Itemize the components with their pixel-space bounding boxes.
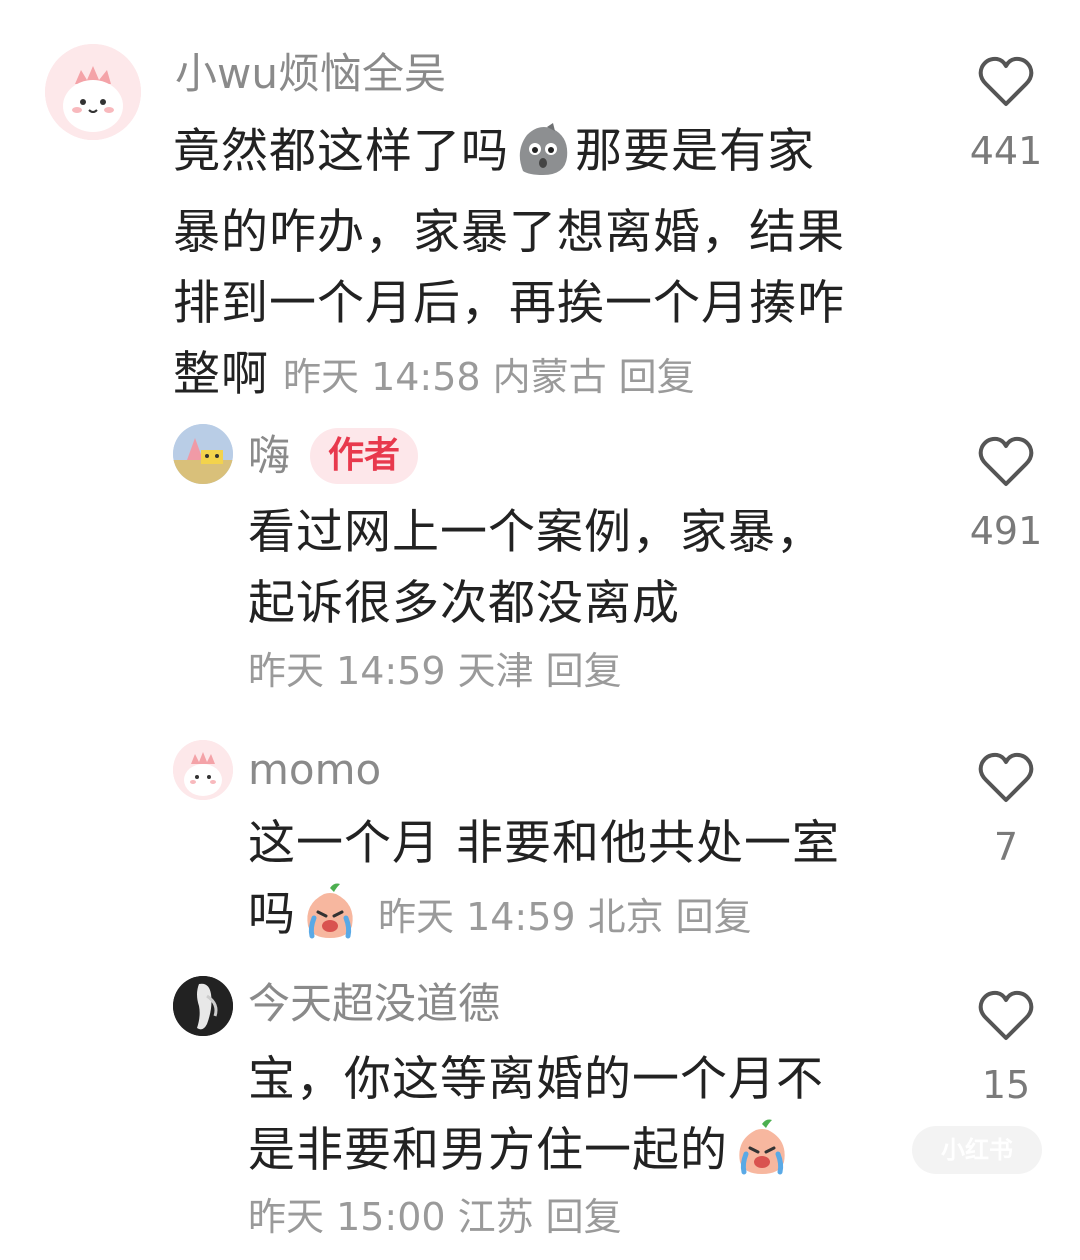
comment-text: 竟然都这样了吗 那要是有家 暴的咋办，家暴了想离婚，结果 排到一个月后，再挨一个月…: [173, 116, 845, 413]
like-button[interactable]: 441: [946, 56, 1066, 176]
comment-text: 宝，你这等离婚的一个月不 是非要和男方住一起的: [248, 1044, 824, 1196]
reply-button[interactable]: 回复: [619, 355, 695, 399]
heart-outline-icon: [978, 436, 1034, 486]
comment-line: 暴的咋办，家暴了想离婚，结果: [173, 205, 845, 260]
avatar[interactable]: [173, 976, 233, 1036]
watermark-logo: 小红书: [912, 1126, 1042, 1174]
comment-meta: 昨天 14:59 北京 回复: [378, 895, 764, 939]
comment-line: 是非要和男方住一起的: [248, 1123, 728, 1178]
avatar-cartoon-image: [173, 424, 233, 484]
crying-peach-emoji-icon: [732, 1118, 792, 1196]
comment-line: 看过网上一个案例，家暴，: [248, 505, 824, 560]
author-badge: 作者: [310, 428, 419, 484]
like-button[interactable]: 15: [946, 990, 1066, 1110]
comment-text: 看过网上一个案例，家暴， 起诉很多次都没离成: [248, 497, 824, 639]
avatar-dino-image: [173, 740, 233, 800]
crying-peach-emoji-icon: [300, 882, 360, 960]
timestamp: 昨天 14:58: [283, 355, 481, 399]
location: 天津: [457, 649, 534, 693]
timestamp: 昨天 14:59: [378, 895, 576, 939]
avatar[interactable]: [173, 740, 233, 800]
reply-button[interactable]: 回复: [546, 1195, 622, 1239]
avatar-dino-image: [45, 44, 141, 140]
like-count: 7: [993, 825, 1019, 869]
username[interactable]: 小wu烦恼全吴: [175, 48, 446, 100]
location: 内蒙古: [492, 355, 607, 399]
like-count: 15: [981, 1063, 1031, 1107]
reply-button[interactable]: 回复: [676, 895, 752, 939]
comment-meta: 昨天 14:59 天津 回复: [248, 646, 634, 696]
timestamp: 昨天 15:00: [248, 1195, 446, 1239]
avatar[interactable]: [45, 44, 141, 140]
like-count: 441: [969, 129, 1043, 173]
comment-thread: 小wu烦恼全吴 竟然都这样了吗 那要是有家 暴的咋办，家暴了想离婚，结果 排到一个…: [0, 0, 1080, 1260]
heart-outline-icon: [978, 990, 1034, 1040]
avatar-figure-image: [173, 976, 233, 1036]
like-count: 491: [969, 509, 1043, 553]
comment-line: 那要是有家: [575, 124, 815, 179]
heart-outline-icon: [978, 752, 1034, 802]
like-button[interactable]: 491: [946, 436, 1066, 556]
username[interactable]: momo: [248, 744, 381, 796]
reply-button[interactable]: 回复: [546, 649, 622, 693]
comment-line: 起诉很多次都没离成: [248, 576, 680, 631]
timestamp: 昨天 14:59: [248, 649, 446, 693]
avatar[interactable]: [173, 424, 233, 484]
comment-line: 整啊: [173, 347, 269, 402]
comment-line: 排到一个月后，再挨一个月揍咋: [173, 276, 845, 331]
comment-line: 竟然都这样了吗: [173, 124, 509, 179]
username[interactable]: 今天超没道德: [248, 978, 500, 1030]
comment-text: 这一个月 非要和他共处一室 吗 昨天 14:59 北京 回复: [248, 808, 840, 960]
like-button[interactable]: 7: [946, 752, 1066, 872]
location: 北京: [587, 895, 664, 939]
location: 江苏: [457, 1195, 534, 1239]
shocked-rock-emoji-icon: [513, 121, 571, 197]
heart-outline-icon: [978, 56, 1034, 106]
username[interactable]: 嗨: [248, 430, 290, 482]
comment-line: 宝，你这等离婚的一个月不: [248, 1052, 824, 1107]
comment-line: 这一个月 非要和他共处一室: [248, 816, 840, 871]
comment-meta: 昨天 15:00 江苏 回复: [248, 1192, 634, 1242]
comment-meta: 昨天 14:58 内蒙古 回复: [283, 355, 707, 399]
comment-line: 吗: [248, 887, 296, 942]
